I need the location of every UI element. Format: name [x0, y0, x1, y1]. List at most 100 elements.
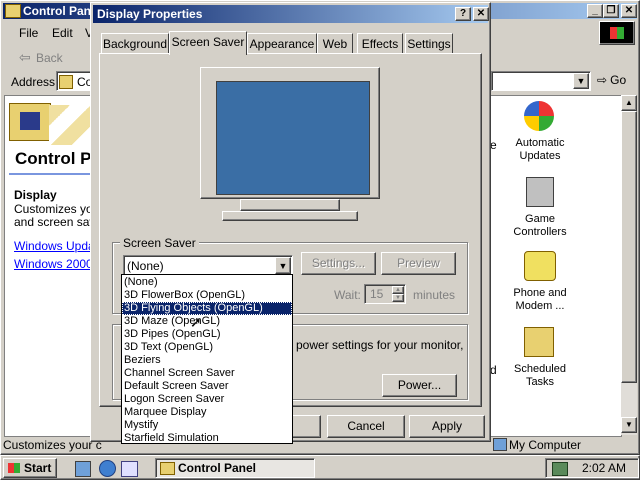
cp-close-button[interactable]: ✕: [621, 4, 637, 18]
screen-saver-selected: (None): [127, 259, 164, 273]
back-arrow-icon[interactable]: ⇦: [19, 49, 31, 66]
scroll-up-button[interactable]: ▲: [621, 95, 637, 111]
menu-edit[interactable]: Edit: [52, 26, 73, 40]
phone-modem-item[interactable]: Phone and Modem ...: [500, 249, 580, 319]
maximize-button[interactable]: ❐: [603, 4, 619, 18]
folder-icon: [5, 4, 21, 18]
taskbar: Start Control Panel 2:02 AM: [0, 455, 640, 480]
cp-scrollbar[interactable]: ▲ ▼: [621, 95, 637, 435]
dropdown-item[interactable]: 3D FlowerBox (OpenGL): [122, 289, 292, 302]
dropdown-item[interactable]: 3D Maze (OpenGL): [122, 315, 292, 328]
display-heading: Display: [14, 188, 57, 202]
monitor-preview: [200, 67, 380, 235]
menu-file[interactable]: File: [19, 26, 38, 40]
windows-flag-icon: [610, 27, 624, 39]
address-dropdown-button[interactable]: ▼: [573, 73, 589, 89]
start-flag-icon: [8, 463, 20, 473]
tab-background[interactable]: Background: [101, 33, 169, 53]
automatic-updates-item[interactable]: Automatic Updates: [500, 99, 580, 169]
network-icon[interactable]: [552, 462, 568, 476]
automatic-updates-label: Automatic Updates: [515, 137, 565, 162]
go-button[interactable]: ⇨ Go: [597, 73, 626, 87]
wait-spinner[interactable]: 15 ▲ ▼: [364, 284, 406, 304]
toolbar: ⇦ Back: [5, 45, 95, 69]
monitor-base: [222, 211, 358, 221]
scroll-thumb[interactable]: [621, 111, 637, 383]
task-label: Control Panel: [178, 461, 257, 475]
wait-value: 15: [370, 287, 384, 301]
go-label: Go: [610, 73, 627, 87]
back-button-label[interactable]: Back: [36, 51, 63, 65]
start-button[interactable]: Start: [3, 458, 57, 478]
spin-down-button[interactable]: ▼: [392, 294, 404, 302]
quicklaunch-outlook-icon[interactable]: [121, 461, 138, 477]
dropdown-item-highlighted[interactable]: 3D Flying Objects (OpenGL): [122, 302, 292, 315]
cp-small-icon: [59, 75, 73, 89]
task-control-panel[interactable]: Control Panel: [155, 458, 315, 478]
monitor-bezel: [200, 67, 380, 199]
tab-web[interactable]: Web: [317, 33, 353, 53]
system-tray: 2:02 AM: [545, 458, 639, 478]
cp-banner-icon: [9, 103, 51, 141]
clock[interactable]: 2:02 AM: [582, 461, 626, 475]
address-label: Address: [11, 75, 56, 89]
dropdown-item[interactable]: Channel Screen Saver: [122, 367, 292, 380]
scroll-down-button[interactable]: ▼: [621, 417, 637, 433]
energy-text: power settings for your monitor,: [296, 338, 464, 352]
tab-effects[interactable]: Effects: [357, 33, 403, 53]
address-field-right[interactable]: ▼: [491, 71, 591, 91]
game-controllers-item[interactable]: Game Controllers: [500, 175, 580, 245]
dropdown-item[interactable]: Marquee Display: [122, 406, 292, 419]
dialog-close-button[interactable]: ✕: [473, 7, 489, 21]
phone-modem-label: Phone and Modem ...: [513, 287, 567, 312]
mouse-cursor-icon: ➚: [190, 314, 202, 330]
scheduled-tasks-item[interactable]: Scheduled Tasks: [500, 325, 580, 395]
power-button[interactable]: Power...: [382, 374, 457, 397]
scheduled-tasks-label: Scheduled Tasks: [514, 363, 566, 388]
tab-screen-saver[interactable]: Screen Saver: [169, 31, 247, 55]
partial-label-d: d: [490, 363, 497, 377]
game-controllers-label: Game Controllers: [513, 213, 567, 238]
minutes-label: minutes: [413, 288, 456, 302]
preview-button[interactable]: Preview: [381, 252, 456, 275]
task-folder-icon: [160, 462, 175, 475]
banner-stripes: [49, 105, 93, 145]
dropdown-item[interactable]: 3D Text (OpenGL): [122, 341, 292, 354]
apply-button[interactable]: Apply: [409, 415, 485, 438]
cancel-button[interactable]: Cancel: [327, 415, 405, 438]
status-zone: My Computer: [509, 438, 582, 452]
quicklaunch-ie-icon[interactable]: [99, 460, 116, 477]
dropdown-item[interactable]: Beziers: [122, 354, 292, 367]
dropdown-item[interactable]: (None): [122, 276, 292, 289]
windows-update-icon: [524, 101, 554, 131]
tools-icon: [20, 112, 40, 130]
spin-up-button[interactable]: ▲: [392, 286, 404, 294]
tab-appearance[interactable]: Appearance: [247, 33, 317, 53]
screen-saver-select[interactable]: (None) ▼: [123, 255, 293, 276]
start-label: Start: [24, 461, 52, 475]
screen-saver-group-label: Screen Saver: [120, 236, 199, 250]
help-button[interactable]: ?: [455, 7, 471, 21]
screen-saver-dropdown-list: (None) 3D FlowerBox (OpenGL) 3D Flying O…: [121, 274, 293, 444]
windows-update-link[interactable]: Windows Updat: [14, 239, 98, 253]
monitor-screen: [216, 81, 370, 195]
dropdown-item[interactable]: Mystify: [122, 419, 292, 432]
quicklaunch-desktop-icon[interactable]: [75, 461, 91, 477]
status-text: Customizes your c: [3, 438, 102, 452]
dropdown-item[interactable]: Default Screen Saver: [122, 380, 292, 393]
dialog-titlebar[interactable]: Display Properties ? ✕: [93, 5, 489, 23]
heading-rule: [9, 173, 95, 175]
scheduled-tasks-icon: [524, 327, 554, 357]
dropdown-item[interactable]: 3D Pipes (OpenGL): [122, 328, 292, 341]
dropdown-item[interactable]: Logon Screen Saver: [122, 393, 292, 406]
display-desc-2: and screen save: [14, 215, 103, 229]
partial-label-e: e: [490, 138, 497, 152]
settings-button[interactable]: Settings...: [301, 252, 376, 275]
select-dropdown-button[interactable]: ▼: [275, 257, 291, 274]
display-desc-1: Customizes you: [14, 202, 100, 216]
windows-logo-box: [599, 21, 635, 45]
tab-settings[interactable]: Settings: [405, 33, 453, 53]
minimize-button[interactable]: _: [587, 4, 603, 18]
phone-icon: [524, 251, 556, 281]
dropdown-item[interactable]: Starfield Simulation: [122, 432, 292, 445]
